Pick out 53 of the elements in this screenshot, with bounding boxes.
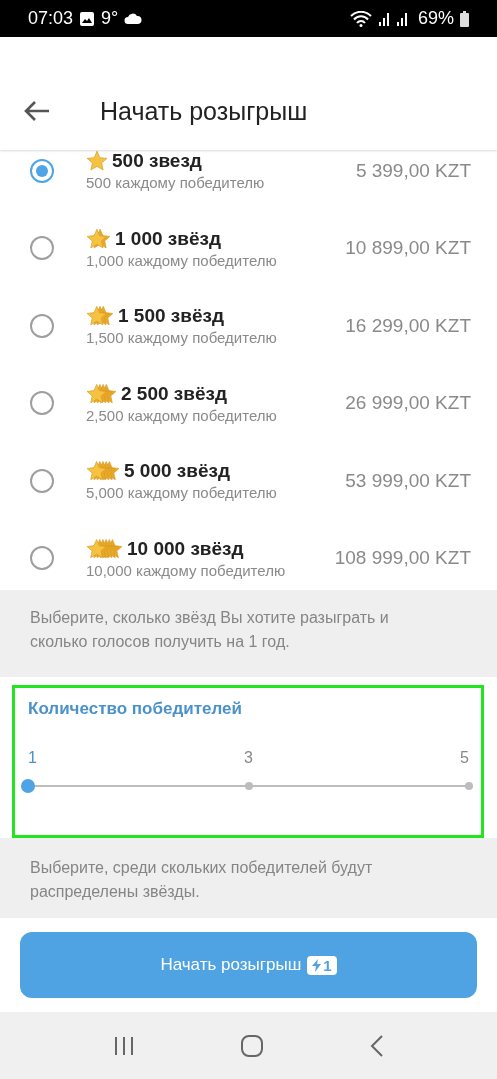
tick-dot xyxy=(244,782,253,790)
stars-icon xyxy=(86,227,111,250)
tick-label: 1 xyxy=(28,749,37,767)
option-price: 10 899,00 KZT xyxy=(345,237,471,260)
tick-dot xyxy=(465,782,473,790)
option-subtitle: 1,000 каждому победителю xyxy=(86,251,278,269)
option-title: 2 500 звёзд xyxy=(121,382,228,405)
option-subtitle: 1,500 каждому победителю xyxy=(86,329,278,347)
slider-thumb[interactable] xyxy=(21,779,35,793)
option-price: 5 399,00 KZT xyxy=(355,159,471,182)
radio-button[interactable] xyxy=(30,546,54,571)
tick-label: 5 xyxy=(460,749,469,767)
option-title: 10 000 звёзд xyxy=(127,537,244,560)
option-title: 1 000 звёзд xyxy=(115,227,222,250)
back-icon[interactable] xyxy=(368,1033,385,1058)
option-price: 108 999,00 KZT xyxy=(334,547,471,570)
stars-icon xyxy=(86,150,108,173)
stars-icon xyxy=(86,382,117,405)
status-time: 07:03 xyxy=(28,8,74,29)
tick-label: 3 xyxy=(244,749,253,767)
battery-icon xyxy=(460,10,469,27)
option-price: 53 999,00 KZT xyxy=(345,469,471,492)
start-giveaway-button[interactable]: Начать розыгрыш 1 xyxy=(20,932,477,998)
recents-icon[interactable] xyxy=(112,1034,135,1057)
boost-badge: 1 xyxy=(307,955,337,975)
radio-button[interactable] xyxy=(30,313,54,338)
back-arrow-icon[interactable] xyxy=(24,100,50,122)
hint-text: Выберите, среди скольких победителей будут распределены звёзды. xyxy=(0,838,497,918)
stars-icon xyxy=(86,305,114,328)
option-title: 5 000 звёзд xyxy=(124,460,231,483)
stars-icon xyxy=(86,537,123,560)
weather-temperature: 9° xyxy=(101,8,119,29)
radio-button[interactable] xyxy=(30,158,54,183)
option-subtitle: 2,500 каждому победителю xyxy=(86,406,278,424)
cloud-icon xyxy=(124,12,143,25)
page-title: Начать розыгрыш xyxy=(100,97,308,126)
home-icon[interactable] xyxy=(239,1033,264,1058)
stars-icon xyxy=(86,460,120,483)
radio-button[interactable] xyxy=(30,236,54,261)
option-subtitle: 5,000 каждому победителю xyxy=(86,484,278,502)
radio-button[interactable] xyxy=(30,391,54,416)
hint-text: Выберите, сколько звёзд Вы хотите разыграть и сколько голосов получить на 1 год. xyxy=(0,590,497,677)
battery-percent: 69% xyxy=(417,8,454,29)
option-subtitle: 500 каждому победителю xyxy=(86,174,266,192)
option-title: 500 звезд xyxy=(112,150,202,173)
wifi-icon xyxy=(349,10,372,27)
image-icon xyxy=(79,10,96,27)
option-price: 26 999,00 KZT xyxy=(345,392,471,415)
section-title: Количество победителей xyxy=(28,699,243,719)
option-price: 16 299,00 KZT xyxy=(345,314,471,337)
option-title: 1 500 звёзд xyxy=(118,305,225,328)
radio-button[interactable] xyxy=(30,468,54,493)
option-subtitle: 10,000 каждому победителю xyxy=(86,561,287,579)
